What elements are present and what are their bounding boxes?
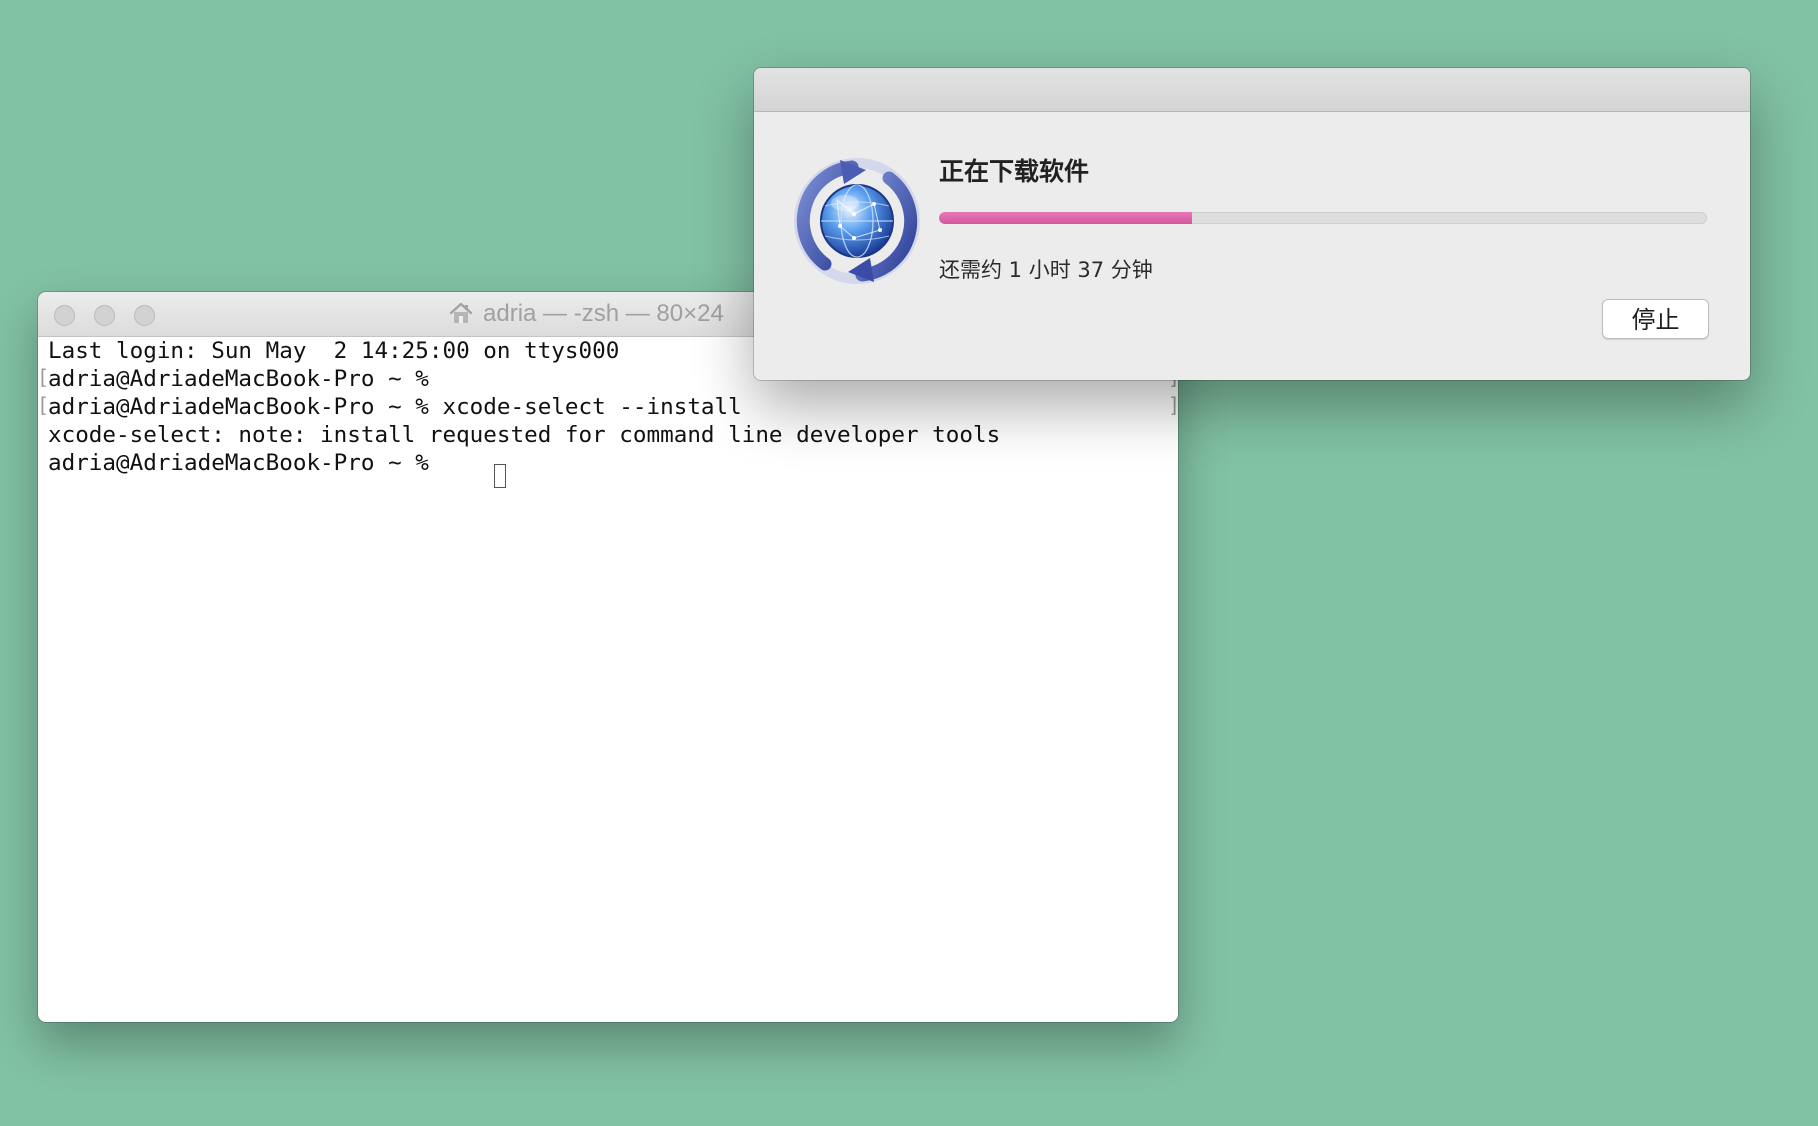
terminal-window: adria — -zsh — 80×24 [ [ ] ] Last login:… (38, 292, 1178, 1022)
terminal-title: adria — -zsh — 80×24 (448, 292, 724, 336)
time-remaining-text: 还需约 1 小时 37 分钟 (939, 258, 1153, 282)
minimize-window-button[interactable] (94, 305, 115, 326)
zoom-window-button[interactable] (134, 305, 155, 326)
terminal-output[interactable]: [ [ ] ] Last login: Sun May 2 14:25:00 o… (38, 337, 1178, 1022)
dialog-title: 正在下载软件 (939, 157, 1090, 186)
terminal-line: adria@AdriadeMacBook-Pro ~ % (48, 366, 429, 392)
terminal-title-text: adria — -zsh — 80×24 (483, 300, 724, 327)
stop-button[interactable]: 停止 (1602, 299, 1709, 339)
selection-mark: ] (1168, 391, 1178, 419)
software-update-globe-icon (794, 158, 920, 284)
download-progress-fill (939, 212, 1193, 224)
dialog-titlebar[interactable] (754, 68, 1750, 112)
terminal-line: Last login: Sun May 2 14:25:00 on ttys00… (48, 338, 620, 364)
close-window-button[interactable] (54, 305, 75, 326)
terminal-line: xcode-select: note: install requested fo… (48, 422, 1001, 448)
terminal-cursor (494, 464, 506, 488)
terminal-line: adria@AdriadeMacBook-Pro ~ % xcode-selec… (48, 394, 742, 420)
download-progress-bar (939, 212, 1707, 224)
home-icon (449, 302, 473, 323)
software-download-dialog: 正在下载软件 还需约 1 小时 37 分钟 停止 (754, 68, 1750, 380)
terminal-prompt-line: adria@AdriadeMacBook-Pro ~ % (48, 450, 429, 476)
